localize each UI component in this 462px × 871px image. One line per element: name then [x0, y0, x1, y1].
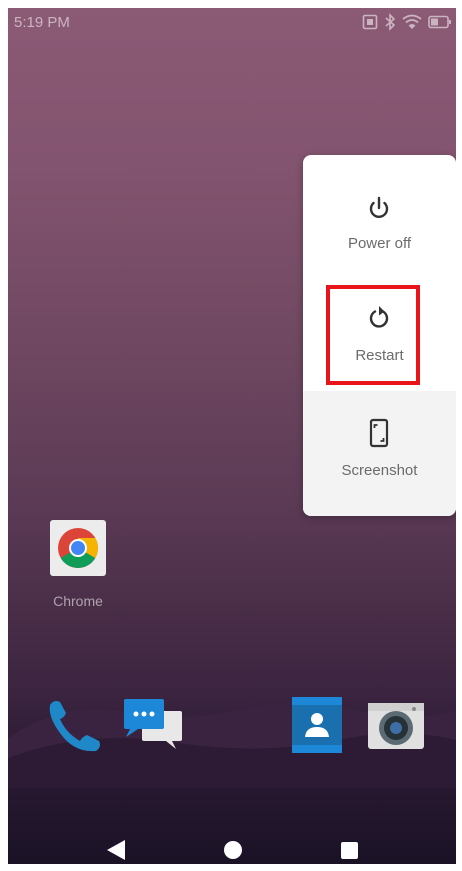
screenshot-icon [369, 418, 389, 448]
messages-icon [124, 699, 182, 749]
camera-icon [368, 703, 424, 749]
back-icon[interactable] [106, 839, 126, 861]
chrome-app-icon[interactable] [50, 520, 106, 576]
status-icons [362, 13, 452, 31]
contacts-app-button[interactable] [284, 691, 350, 757]
phone-icon [49, 701, 100, 752]
navigation-bar [8, 813, 456, 864]
power-off-button[interactable]: Power off [303, 155, 456, 267]
camera-app-button[interactable] [362, 691, 428, 757]
chrome-icon [58, 528, 98, 568]
chrome-app-label: Chrome [53, 593, 103, 609]
status-bar: 5:19 PM [8, 8, 456, 36]
home-icon[interactable] [224, 841, 242, 859]
power-icon [369, 196, 389, 218]
battery-icon [428, 15, 451, 29]
restart-highlight-box [326, 285, 420, 385]
screenshot-label: Screenshot [341, 462, 418, 479]
phone-app-button[interactable] [44, 691, 110, 757]
recents-icon[interactable] [341, 842, 358, 859]
contacts-icon [292, 697, 342, 753]
bluetooth-icon [385, 13, 396, 31]
status-time: 5:19 PM [14, 14, 70, 31]
power-off-label: Power off [347, 235, 412, 252]
screenshot-button[interactable]: Screenshot [303, 391, 456, 516]
screen-cast-icon [362, 14, 378, 30]
wifi-icon [402, 14, 422, 29]
phone-screen: 5:19 PM Power off Restart Screenshot Chr… [8, 8, 456, 864]
messages-app-button[interactable] [120, 691, 186, 757]
